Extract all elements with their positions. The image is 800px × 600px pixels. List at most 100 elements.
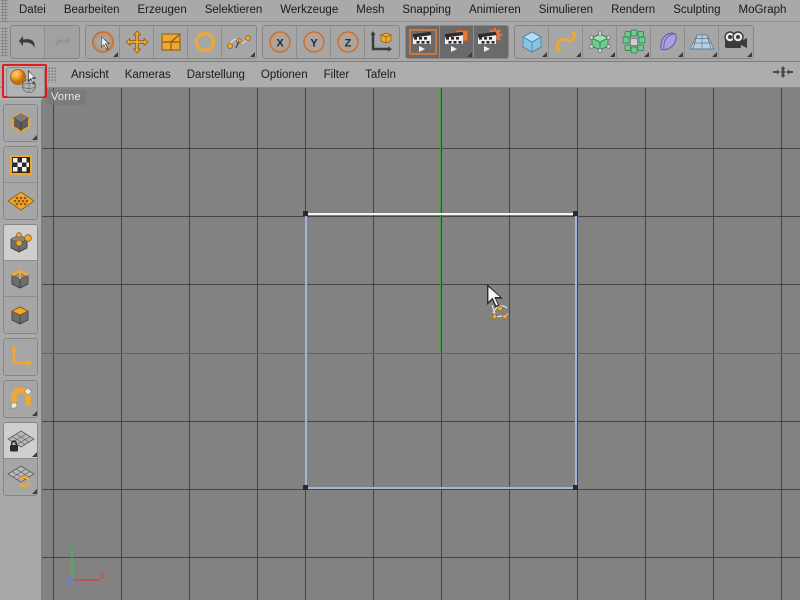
mograph-button[interactable]	[617, 26, 651, 58]
generator-icon	[587, 29, 613, 55]
submenu-indicator[interactable]	[610, 52, 615, 57]
grid-line-vertical	[781, 88, 782, 600]
svg-text:Z: Z	[344, 37, 351, 49]
selected-object-plane[interactable]	[305, 213, 577, 489]
vpmenu-tafeln[interactable]: Tafeln	[357, 63, 404, 87]
workplane-spline-button[interactable]	[222, 26, 256, 58]
workplane-toggle-button[interactable]	[4, 459, 38, 495]
spline-icon	[553, 29, 579, 55]
axis-y-button[interactable]: Y	[297, 26, 331, 58]
camera-button[interactable]	[719, 26, 753, 58]
object-edge-right[interactable]	[575, 213, 577, 489]
render-settings-button[interactable]	[474, 26, 508, 58]
live-selection-icon	[90, 29, 116, 55]
deformer-button[interactable]	[651, 26, 685, 58]
render-view-button[interactable]	[406, 26, 440, 58]
object-vertex[interactable]	[573, 485, 578, 490]
points-mode-button[interactable]	[4, 225, 38, 261]
generator-button[interactable]	[583, 26, 617, 58]
polygons-mode-button[interactable]	[4, 297, 38, 333]
texture-mode-button[interactable]	[4, 147, 38, 183]
menu-sculpting[interactable]: Sculpting	[664, 0, 729, 21]
make-editable-button[interactable]	[4, 105, 38, 141]
grid-line-vertical	[121, 88, 122, 600]
sphere-cursor-icon	[7, 68, 43, 95]
grid-line-vertical	[645, 88, 646, 600]
vpmenu-filter[interactable]: Filter	[316, 63, 358, 87]
menu-simulieren[interactable]: Simulieren	[530, 0, 602, 21]
world-object-coordinates-button[interactable]	[365, 26, 399, 58]
axis-z-icon: Z	[335, 29, 361, 55]
edges-mode-button[interactable]	[4, 261, 38, 297]
vpmenu-darstellung[interactable]: Darstellung	[179, 63, 253, 87]
object-vertex[interactable]	[303, 211, 308, 216]
menu-mograph[interactable]: MoGraph	[730, 0, 796, 21]
submenu-indicator[interactable]	[32, 489, 37, 494]
object-axis-icon	[7, 344, 35, 370]
menu-mesh[interactable]: Mesh	[347, 0, 393, 21]
object-vertex[interactable]	[303, 485, 308, 490]
workplane-lock-icon	[6, 428, 36, 454]
submenu-indicator[interactable]	[467, 52, 472, 57]
scale-tool-button[interactable]	[154, 26, 188, 58]
axis-z-button[interactable]: Z	[331, 26, 365, 58]
submenu-indicator[interactable]	[32, 411, 37, 416]
menu-erzeugen[interactable]: Erzeugen	[128, 0, 195, 21]
workplane-lock-button[interactable]	[4, 423, 38, 459]
submenu-indicator[interactable]	[644, 52, 649, 57]
magnet-button[interactable]	[4, 381, 38, 417]
undo-button[interactable]	[11, 26, 45, 58]
main-menu-bar: Datei Bearbeiten Erzeugen Selektieren We…	[0, 0, 800, 22]
submenu-indicator[interactable]	[542, 52, 547, 57]
cinema4d-window: Datei Bearbeiten Erzeugen Selektieren We…	[0, 0, 800, 600]
axis-x-button[interactable]: X	[263, 26, 297, 58]
submenu-indicator[interactable]	[113, 52, 118, 57]
move-tool-button[interactable]	[120, 26, 154, 58]
toolbar-grip[interactable]	[1, 27, 8, 57]
submenu-indicator[interactable]	[678, 52, 683, 57]
svg-text:Y: Y	[310, 37, 318, 49]
object-vertex[interactable]	[573, 211, 578, 216]
live-selection-tool-highlighted[interactable]	[2, 64, 47, 98]
render-picture-viewer-button[interactable]	[440, 26, 474, 58]
axis-gizmo: Y Z X	[42, 528, 132, 600]
menu-werkzeuge[interactable]: Werkzeuge	[271, 0, 347, 21]
live-selection-button[interactable]	[86, 26, 120, 58]
object-edge-top[interactable]	[305, 213, 577, 215]
submenu-indicator[interactable]	[250, 52, 255, 57]
object-edge-bottom[interactable]	[305, 487, 577, 489]
submenu-indicator[interactable]	[747, 52, 752, 57]
vpmenu-grip[interactable]	[48, 67, 57, 83]
vpmenu-ansicht[interactable]: Ansicht	[63, 63, 117, 87]
create-group	[514, 25, 754, 59]
object-axis-button[interactable]	[4, 339, 38, 375]
submenu-indicator[interactable]	[32, 135, 37, 140]
axis-y-icon: Y	[301, 29, 327, 55]
grid-line-horizontal	[42, 148, 800, 149]
render-group	[405, 25, 509, 59]
submenu-indicator[interactable]	[32, 452, 37, 457]
menu-selektieren[interactable]: Selektieren	[196, 0, 272, 21]
rotate-tool-button[interactable]	[188, 26, 222, 58]
menu-bearbeiten[interactable]: Bearbeiten	[55, 0, 129, 21]
vpmenu-kameras[interactable]: Kameras	[117, 63, 179, 87]
vpmenu-optionen[interactable]: Optionen	[253, 63, 316, 87]
menu-rendern[interactable]: Rendern	[602, 0, 664, 21]
world-object-coordinates-icon	[368, 29, 396, 55]
redo-button[interactable]	[45, 26, 79, 58]
grid-line-horizontal	[42, 557, 800, 558]
spline-objects-button[interactable]	[549, 26, 583, 58]
viewport-front[interactable]: Vorne Y Z X	[42, 88, 800, 600]
menu-snapping[interactable]: Snapping	[393, 0, 460, 21]
primitive-cube-button[interactable]	[515, 26, 549, 58]
menu-animieren[interactable]: Animieren	[460, 0, 530, 21]
workplane-grid-button[interactable]	[4, 183, 38, 219]
environment-floor-button[interactable]	[685, 26, 719, 58]
submenu-indicator[interactable]	[576, 52, 581, 57]
menu-datei[interactable]: Datei	[10, 0, 55, 21]
grid-line-vertical	[189, 88, 190, 600]
submenu-indicator[interactable]	[712, 52, 717, 57]
pan-move-icon[interactable]	[772, 64, 794, 85]
object-edge-left[interactable]	[305, 213, 307, 489]
menu-charakter[interactable]: Charak	[795, 0, 800, 21]
